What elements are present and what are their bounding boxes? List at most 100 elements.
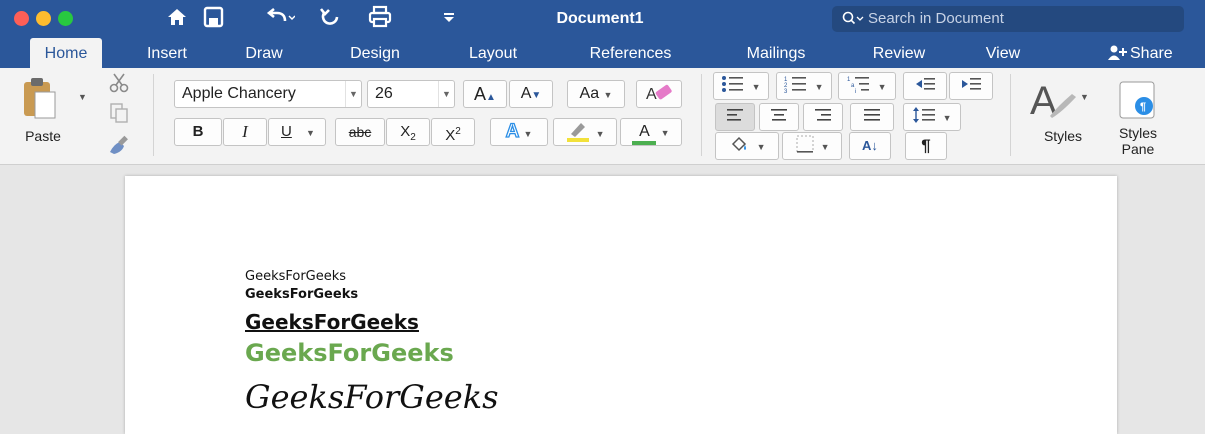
chevron-down-icon: ▼ [345, 81, 361, 107]
strikethrough-button[interactable]: abc [335, 118, 385, 146]
tab-review[interactable]: Review [852, 38, 946, 68]
chevron-down-icon: ▼ [595, 129, 605, 139]
chevron-down-icon: ▼ [603, 90, 613, 100]
tab-design[interactable]: Design [330, 38, 420, 68]
text-line-chancery[interactable]: GeeksForGeeks [245, 378, 499, 416]
borders-button[interactable]: ▼ [782, 132, 842, 160]
chevron-down-icon: ▼ [820, 142, 830, 152]
document-page[interactable]: GeeksForGeeks GeeksForGeeks GeeksForGeek… [125, 176, 1117, 434]
font-family-select[interactable]: Apple Chancery ▼ [174, 80, 362, 108]
text-line-underlined[interactable]: GeeksForGeeks [245, 310, 419, 334]
chevron-down-icon: ▼ [306, 128, 315, 138]
decrease-indent-button[interactable] [903, 72, 947, 100]
svg-text:¶: ¶ [1140, 101, 1146, 113]
styles-pane-label: Styles Pane [1106, 125, 1170, 157]
save-icon[interactable] [203, 5, 229, 31]
copy-icon[interactable] [108, 102, 130, 124]
styles-pane-button[interactable]: ¶ [1118, 80, 1158, 120]
chevron-down-icon: ▼ [877, 82, 887, 92]
clear-formatting-button[interactable]: A [636, 80, 682, 108]
paste-label: Paste [25, 128, 61, 144]
superscript-label: X [445, 127, 456, 144]
zoom-window-button[interactable] [58, 11, 73, 26]
print-icon[interactable] [367, 5, 395, 31]
styles-label: Styles [1043, 128, 1083, 144]
numbering-button[interactable]: 123 ▼ [776, 72, 832, 100]
paste-button[interactable] [20, 76, 64, 124]
svg-text:i: i [855, 89, 856, 94]
document-canvas[interactable]: GeeksForGeeks GeeksForGeeks GeeksForGeek… [0, 166, 1205, 434]
bold-button[interactable]: B [174, 118, 222, 146]
superscript-digit: 2 [455, 126, 461, 137]
font-size-value: 26 [375, 85, 393, 102]
sort-button[interactable]: A↓ [849, 132, 891, 160]
multilevel-list-icon: 1ai [847, 77, 870, 95]
borders-icon [796, 135, 814, 153]
paste-icon [24, 78, 56, 119]
tab-draw[interactable]: Draw [233, 38, 295, 68]
chevron-down-icon: ▼ [814, 82, 824, 92]
format-painter-icon[interactable] [106, 132, 132, 156]
highlight-button[interactable]: ▼ [553, 118, 617, 146]
bullets-button[interactable]: ▼ [713, 72, 769, 100]
styles-pane-icon: ¶ [1119, 81, 1155, 119]
increase-indent-button[interactable] [949, 72, 993, 100]
superscript-button[interactable]: X2 [431, 118, 475, 146]
tab-insert[interactable]: Insert [132, 38, 202, 68]
align-right-button[interactable] [803, 103, 843, 131]
subscript-digit: 2 [410, 132, 416, 143]
text-line-bold[interactable]: GeeksForGeeks [245, 287, 358, 302]
grow-font-button[interactable]: A▲ [463, 80, 507, 108]
align-center-button[interactable] [759, 103, 799, 131]
cut-icon[interactable] [108, 72, 130, 94]
subscript-label: X [400, 123, 411, 140]
minimize-window-button[interactable] [36, 11, 51, 26]
bullets-icon [722, 76, 744, 92]
redo-icon[interactable] [318, 5, 344, 31]
chevron-down-icon: ▼ [751, 82, 761, 92]
paste-options-dropdown[interactable]: ▼ [78, 92, 87, 102]
numbering-icon: 123 [784, 77, 807, 95]
styles-gallery-button[interactable]: A ▼ [1028, 76, 1089, 124]
paint-bucket-icon [732, 136, 747, 152]
increase-indent-icon [962, 78, 981, 90]
justify-icon [864, 109, 880, 121]
align-left-button[interactable] [715, 103, 755, 131]
shrink-font-label: A [520, 85, 532, 102]
subscript-button[interactable]: X2 [386, 118, 430, 146]
home-icon[interactable] [165, 5, 191, 31]
text-line-green[interactable]: GeeksForGeeks [245, 339, 454, 367]
font-color-button[interactable]: A ▼ [620, 118, 682, 146]
tab-references[interactable]: References [568, 38, 693, 68]
italic-button[interactable]: I [223, 118, 267, 146]
customize-toolbar-icon[interactable] [442, 5, 458, 31]
undo-icon[interactable] [265, 5, 295, 31]
line-spacing-button[interactable]: ▼ [903, 103, 961, 131]
font-family-value: Apple Chancery [182, 85, 296, 102]
multilevel-list-button[interactable]: 1ai ▼ [838, 72, 896, 100]
search-placeholder: Search in Document [868, 10, 1004, 27]
show-formatting-button[interactable]: ¶ [905, 132, 947, 160]
chevron-down-icon: ▼ [523, 129, 533, 139]
justify-button[interactable] [850, 103, 894, 131]
document-title: Document1 [556, 10, 644, 27]
underline-button[interactable]: U ▼ [268, 118, 326, 146]
share-button[interactable]: Share [1108, 38, 1205, 68]
text-line-regular[interactable]: GeeksForGeeks [245, 269, 346, 284]
svg-text:3: 3 [784, 89, 788, 94]
tab-view[interactable]: View [970, 38, 1036, 68]
tab-home[interactable]: Home [30, 38, 102, 68]
svg-text:▼: ▼ [1080, 92, 1088, 102]
shading-button[interactable]: ▼ [715, 132, 779, 160]
shrink-font-button[interactable]: A▼ [509, 80, 553, 108]
arrow-up-icon: ▲ [486, 92, 496, 103]
change-case-button[interactable]: Aa ▼ [567, 80, 625, 108]
search-input[interactable]: Search in Document [832, 6, 1184, 32]
tab-layout[interactable]: Layout [448, 38, 538, 68]
close-window-button[interactable] [14, 11, 29, 26]
chevron-down-icon: ▼ [942, 113, 952, 123]
tab-mailings[interactable]: Mailings [725, 38, 827, 68]
text-effects-button[interactable]: A ▼ [490, 118, 548, 146]
underline-label: U [281, 123, 292, 140]
font-size-select[interactable]: 26 ▼ [367, 80, 455, 108]
